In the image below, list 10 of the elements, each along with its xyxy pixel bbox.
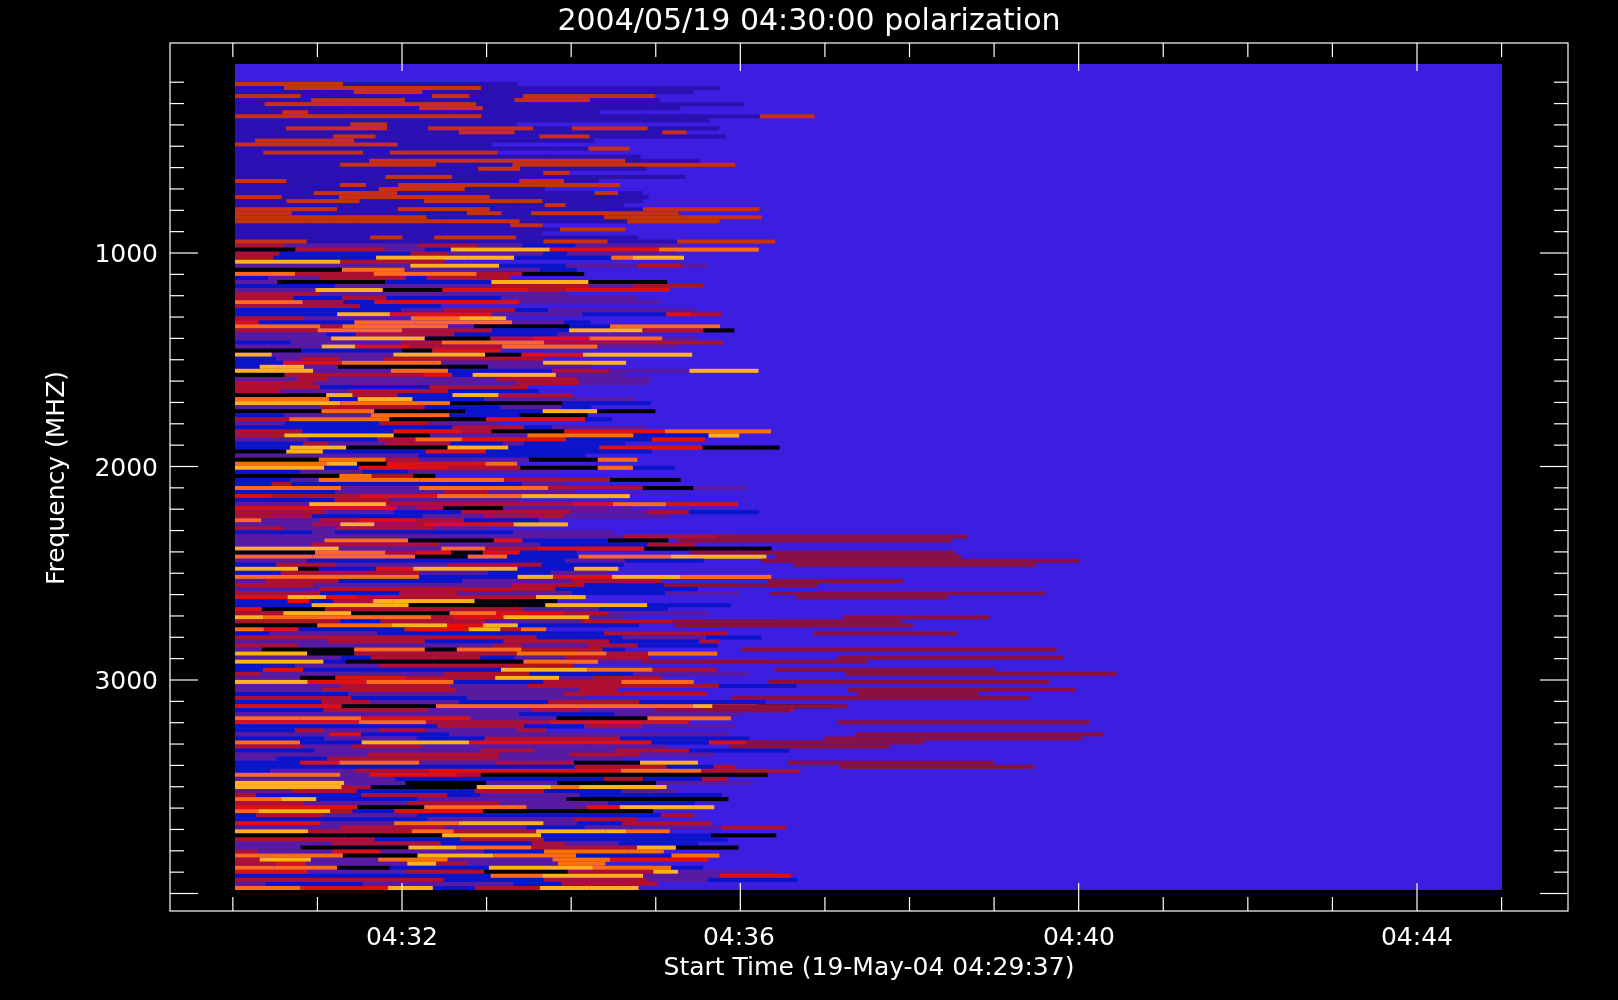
y-tick-label: 3000	[94, 666, 158, 695]
chart-title: 2004/05/19 04:30:00 polarization	[557, 2, 1061, 37]
y-axis-label: Frequency (MHZ)	[41, 370, 70, 586]
x-tick-label: 04:44	[1381, 922, 1453, 951]
y-tick-label: 1000	[94, 239, 158, 268]
x-axis-label: Start Time (19-May-04 04:29:37)	[663, 952, 1075, 981]
x-tick-label: 04:32	[366, 922, 438, 951]
y-tick-label: 2000	[94, 452, 158, 482]
x-tick-label: 04:40	[1043, 922, 1115, 951]
x-tick-label: 04:36	[703, 922, 775, 951]
